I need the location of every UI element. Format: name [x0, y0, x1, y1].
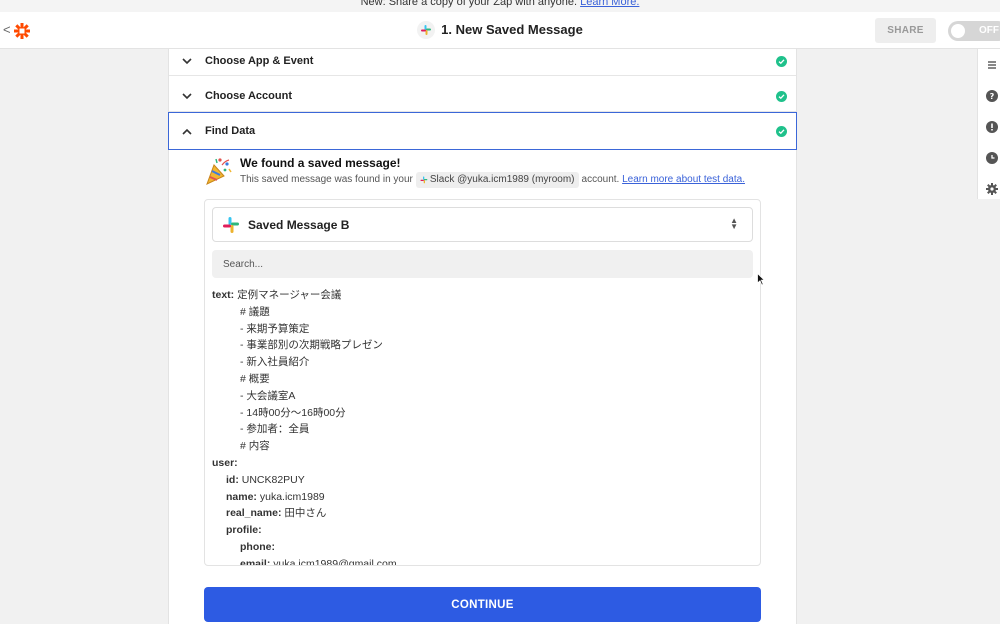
mouse-cursor-icon [757, 272, 766, 286]
saved-message-select[interactable]: Saved Message B ▲ ▼ [212, 207, 753, 242]
field-user-profile: profile: [212, 522, 752, 539]
field-text-line: - 大会議室A [240, 389, 296, 402]
field-text: text: 定例マネージャー会議 [212, 287, 752, 304]
clock-icon[interactable] [986, 151, 998, 164]
field-text-line: - 参加者：全員 [240, 423, 310, 436]
zap-on-off-toggle[interactable]: OFF [948, 21, 1000, 41]
field-text-line: # 議題 [240, 305, 270, 318]
slack-icon [417, 20, 436, 39]
right-sidebar: ? [977, 49, 1000, 199]
zap-title[interactable]: 1. New Saved Message [0, 20, 1000, 40]
slack-icon [420, 175, 428, 184]
check-circle-icon [776, 56, 787, 67]
banner-text: New: Share a copy of your Zap with anyon… [360, 0, 578, 8]
step-title: Find Data [205, 125, 256, 137]
field-key: user: [212, 456, 238, 469]
svg-text:?: ? [990, 92, 995, 101]
gear-icon[interactable] [986, 182, 998, 195]
field-value: UNCK82PUY [241, 473, 305, 486]
field-key: name: [226, 490, 257, 503]
field-key: phone: [240, 540, 275, 553]
test-result-notice: We found a saved message! This saved mes… [204, 156, 784, 196]
account-name: Slack @yuka.icm1989 (myroom) [429, 174, 575, 185]
slack-icon [222, 216, 240, 234]
step-find-data[interactable]: Find Data [168, 112, 797, 150]
alert-icon[interactable] [986, 120, 998, 133]
field-text-line: - 14時00分〜16時00分 [240, 406, 346, 419]
field-text-line: - 事業部別の次期戦略プレゼン [240, 339, 383, 352]
saved-message-viewer: Saved Message B ▲▼ text: 定例マネージャー会議 # 議題… [204, 199, 761, 566]
field-value: yuka.icm1989 [259, 490, 325, 503]
field-user-real-name: real_name: 田中さん [212, 505, 752, 522]
chevron-up-icon [181, 125, 193, 137]
found-desc-pre: This saved message was found in your [240, 174, 413, 185]
field-value: 田中さん [284, 507, 327, 520]
toggle-label: OFF [979, 25, 999, 36]
step-title: Choose App & Event [205, 55, 314, 67]
field-value: yuka.icm1989@gmail.com [273, 557, 397, 566]
banner-learn-more-link[interactable]: Learn More. [580, 0, 639, 8]
step-editor-panel: Choose App & Event Choose Account Find D… [168, 49, 797, 624]
selected-message: Saved Message B [248, 218, 350, 232]
field-user-name: name: yuka.icm1989 [212, 489, 752, 506]
field-key: real_name: [226, 507, 282, 520]
found-title: We found a saved message! [240, 156, 401, 170]
field-user-id: id: UNCK82PUY [212, 472, 752, 489]
account-chip: Slack @yuka.icm1989 (myroom) [415, 172, 579, 188]
check-circle-icon [776, 126, 787, 137]
step-choose-app-event[interactable]: Choose App & Event [169, 44, 796, 76]
list-icon[interactable] [986, 58, 998, 70]
field-key: id: [226, 473, 239, 486]
found-desc-post: account. [581, 174, 620, 185]
field-text-line: - 来期予算策定 [240, 322, 310, 335]
field-text-line: - 新入社員紹介 [240, 356, 310, 369]
found-description: This saved message was found in your Slac… [240, 172, 745, 188]
field-value: 定例マネージャー会議 [237, 289, 342, 301]
field-user: user: [212, 455, 752, 472]
party-popper-icon [204, 156, 232, 186]
test-data-learn-more-link[interactable]: Learn more about test data. [622, 174, 745, 185]
toggle-knob [951, 24, 965, 38]
continue-button[interactable]: CONTINUE [204, 587, 761, 622]
share-button[interactable]: SHARE [875, 18, 936, 43]
field-text-line: # 概要 [240, 372, 270, 385]
chevron-down-icon [181, 54, 193, 66]
field-key: text: [212, 289, 235, 301]
step-choose-account[interactable]: Choose Account [169, 77, 796, 112]
field-profile-phone: phone: [212, 539, 752, 556]
search-input[interactable] [212, 250, 753, 278]
message-fields: text: 定例マネージャー会議 # 議題 - 来期予算策定 - 事業部別の次期… [212, 287, 752, 566]
field-key: email: [240, 557, 271, 566]
sort-arrows-icon: ▲ ▼ [730, 216, 738, 231]
check-circle-icon [776, 91, 787, 102]
zap-title-text: 1. New Saved Message [441, 22, 583, 37]
chevron-down-icon [181, 89, 193, 101]
announcement-banner: New: Share a copy of your Zap with anyon… [0, 0, 1000, 12]
help-icon[interactable]: ? [986, 89, 998, 102]
field-text-line: # 内容 [240, 440, 270, 453]
field-key: profile: [226, 524, 262, 537]
field-profile-email: email: yuka.icm1989@gmail.com [212, 556, 752, 566]
step-title: Choose Account [205, 90, 292, 102]
